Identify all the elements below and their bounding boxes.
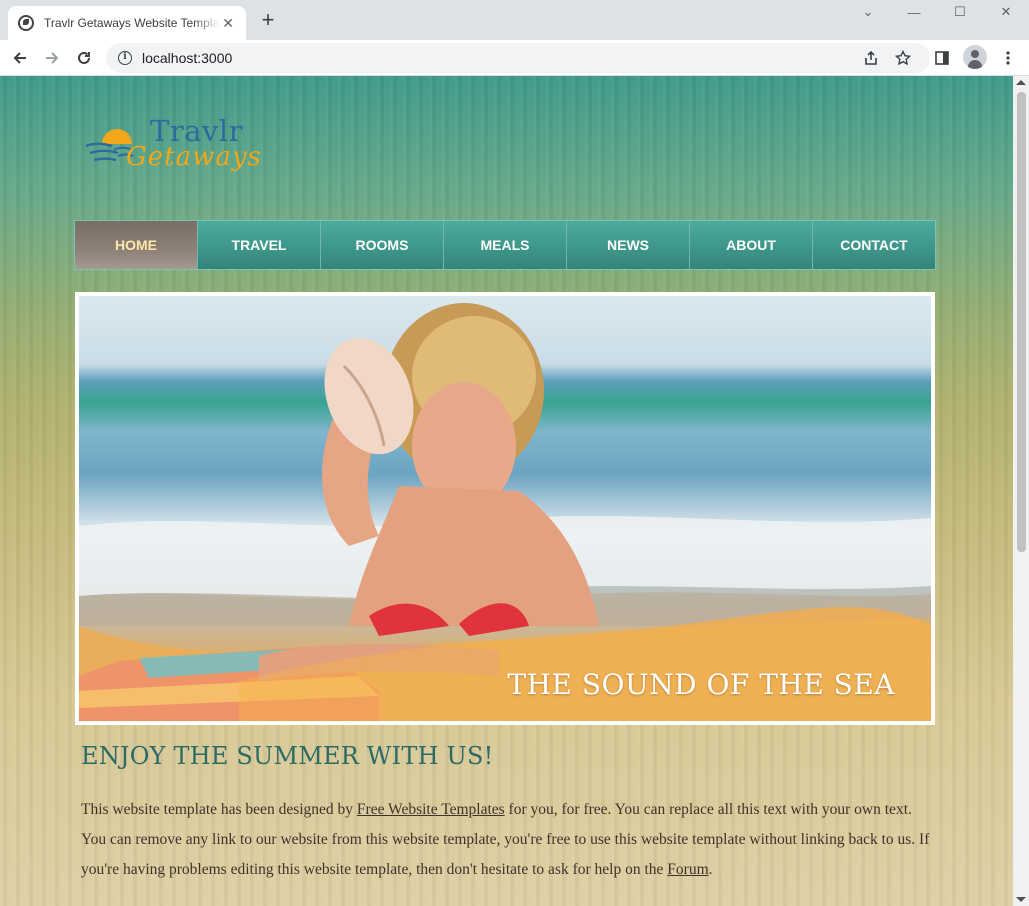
bookmark-button[interactable] <box>889 44 917 72</box>
hero-caption: THE SOUND OF THE SEA <box>507 668 895 701</box>
hero-banner: THE SOUND OF THE SEA <box>75 292 935 725</box>
free-website-templates-link[interactable]: Free Website Templates <box>357 801 505 818</box>
share-icon <box>865 50 877 65</box>
nav-travel[interactable]: TRAVEL <box>197 221 320 269</box>
page-headline: ENJOY THE SUMMER WITH US! <box>81 742 494 770</box>
scroll-down-icon[interactable] <box>1016 897 1026 902</box>
forum-link[interactable]: Forum <box>667 861 708 878</box>
nav-about[interactable]: ABOUT <box>689 221 812 269</box>
nav-home[interactable]: HOME <box>75 221 197 269</box>
beach-illustration <box>79 303 931 721</box>
side-panel-button[interactable] <box>928 44 956 72</box>
info-icon[interactable]: i <box>118 51 132 65</box>
browser-toolbar: i localhost:3000 <box>0 40 1029 76</box>
profile-avatar-icon[interactable] <box>963 45 987 69</box>
tab-close-icon[interactable]: ✕ <box>220 15 236 32</box>
page-viewport: Travlr Getaways HOME TRAVEL ROOMS MEALS … <box>0 76 1013 906</box>
logo-getaways-text: Getaways <box>126 142 262 172</box>
nav-contact[interactable]: CONTACT <box>812 221 935 269</box>
kebab-menu-icon <box>1006 51 1010 65</box>
tab-title: Travlr Getaways Website Template <box>44 16 221 30</box>
close-window-button[interactable]: ✕ <box>983 0 1029 24</box>
scroll-thumb[interactable] <box>1017 92 1026 552</box>
arrow-left-icon <box>13 52 26 64</box>
site-logo[interactable]: Travlr Getaways <box>84 114 274 178</box>
address-bar[interactable]: i localhost:3000 <box>106 43 930 73</box>
maximize-button[interactable]: ☐ <box>937 0 983 24</box>
browser-tab[interactable]: Travlr Getaways Website Template ✕ <box>8 6 246 40</box>
page-scrollbar[interactable] <box>1013 76 1029 906</box>
globe-icon <box>18 15 34 31</box>
intro-paragraph: This website template has been designed … <box>81 795 931 885</box>
intro-text-1: This website template has been designed … <box>81 801 357 818</box>
url-text[interactable]: localhost:3000 <box>142 50 232 66</box>
minimize-button[interactable]: — <box>891 0 937 24</box>
arrow-right-icon <box>46 52 59 64</box>
share-button[interactable] <box>857 44 885 72</box>
browser-tabstrip: Travlr Getaways Website Template ✕ + ⌄ —… <box>0 0 1029 40</box>
side-panel-icon <box>935 51 949 65</box>
intro-text-3: . <box>708 861 713 878</box>
tab-search-icon[interactable]: ⌄ <box>845 0 891 24</box>
reload-icon <box>78 51 90 64</box>
nav-news[interactable]: NEWS <box>566 221 689 269</box>
back-button[interactable] <box>6 44 34 72</box>
new-tab-button[interactable]: + <box>256 8 280 32</box>
hero-beach-image: THE SOUND OF THE SEA <box>79 296 931 721</box>
forward-button[interactable] <box>38 44 66 72</box>
main-nav: HOME TRAVEL ROOMS MEALS NEWS ABOUT CONTA… <box>74 220 936 270</box>
reload-button[interactable] <box>70 44 98 72</box>
star-icon <box>895 50 911 66</box>
nav-meals[interactable]: MEALS <box>443 221 566 269</box>
menu-button[interactable] <box>994 44 1022 72</box>
nav-rooms[interactable]: ROOMS <box>320 221 443 269</box>
scroll-up-icon[interactable] <box>1016 80 1026 85</box>
